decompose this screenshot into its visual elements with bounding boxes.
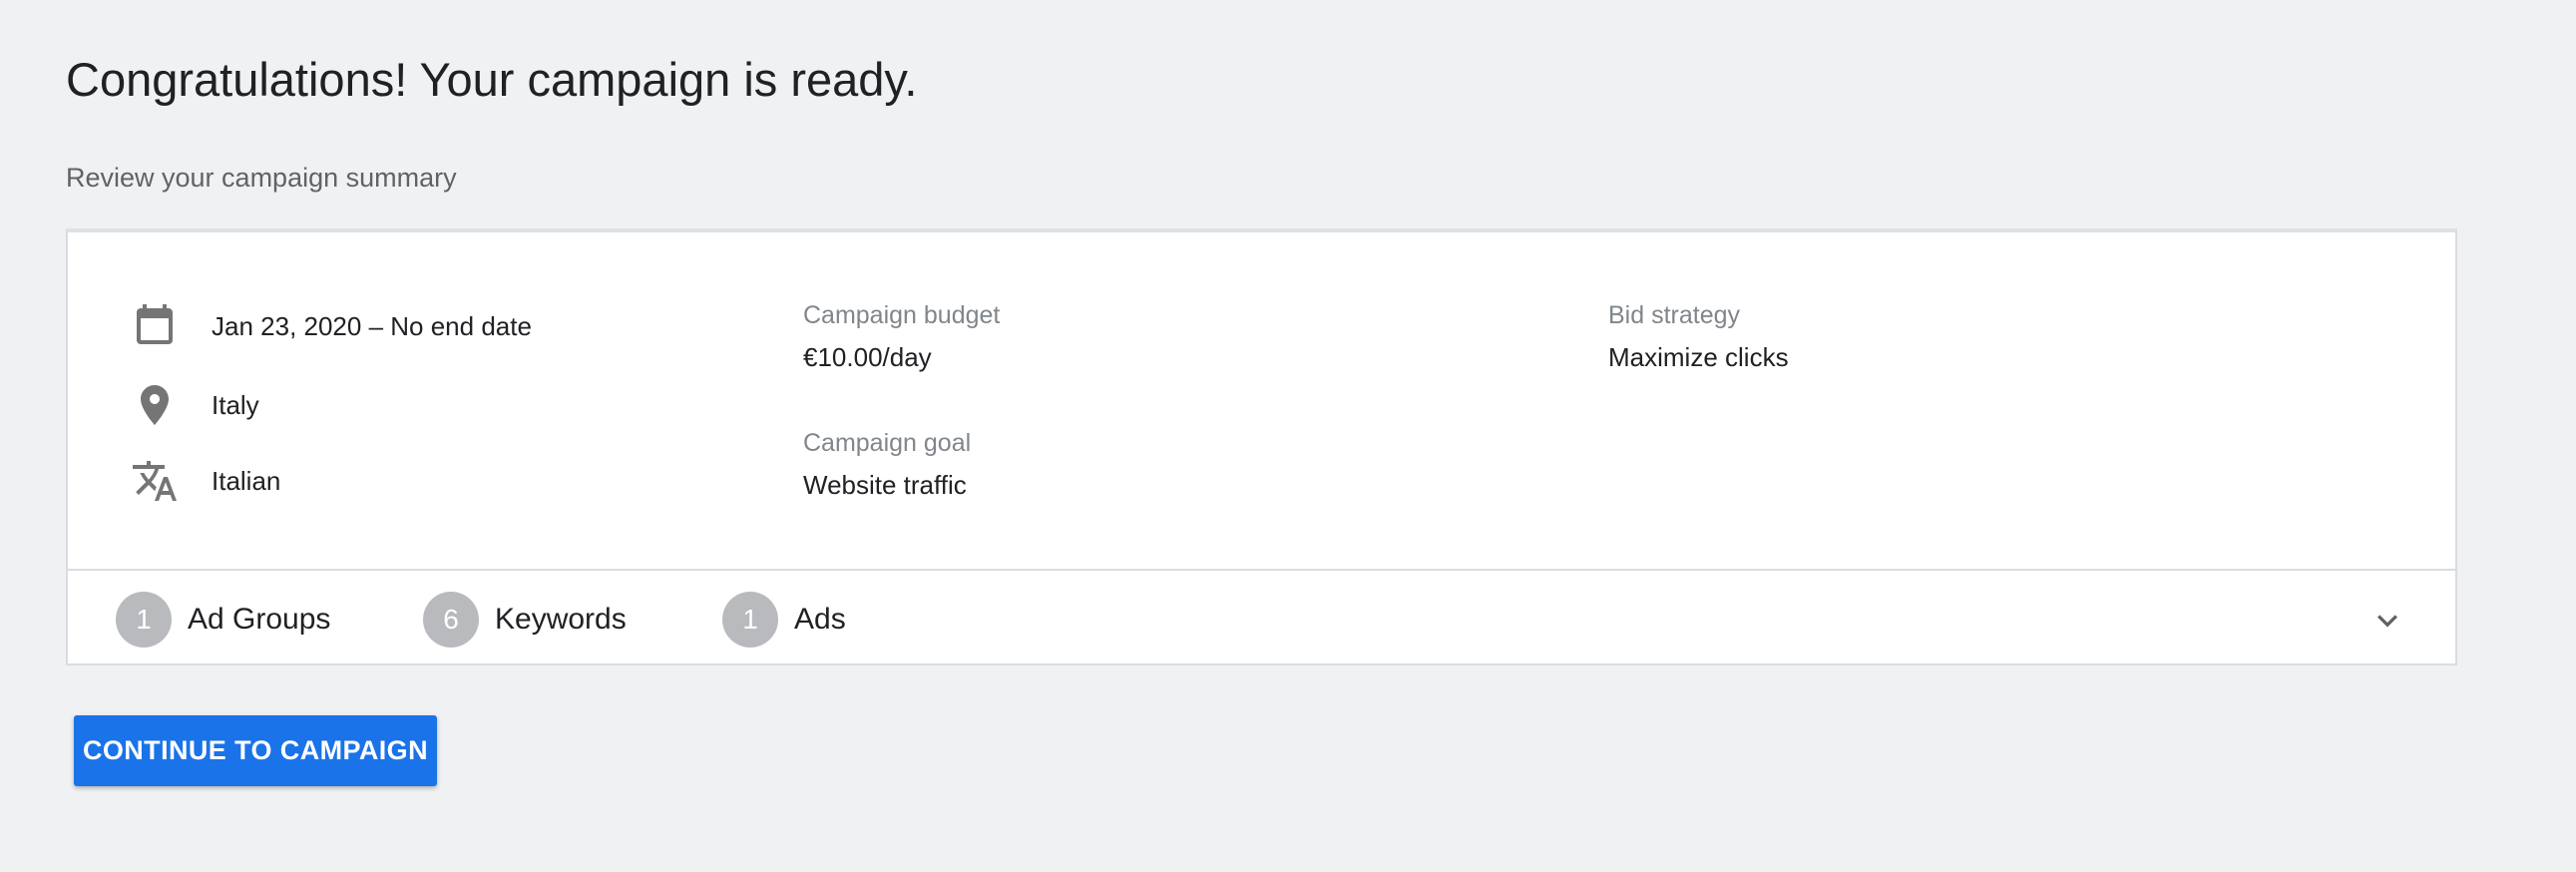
- campaign-budget: Campaign budget €10.00/day: [803, 298, 1000, 374]
- ads-count-badge: 1: [722, 592, 778, 648]
- language-label: Italian: [212, 465, 281, 496]
- bid-strategy: Bid strategy Maximize clicks: [1608, 298, 1789, 374]
- ad-groups-count-badge: 1: [116, 592, 172, 648]
- keywords-count-label: Keywords: [495, 603, 627, 636]
- date-row: Jan 23, 2020 – No end date: [130, 298, 532, 354]
- continue-to-campaign-button[interactable]: CONTINUE TO CAMPAIGN: [74, 715, 437, 786]
- location-pin-icon: [130, 380, 180, 430]
- location-label: Italy: [212, 389, 259, 420]
- campaign-summary-card: Jan 23, 2020 – No end date Italy Italian…: [66, 228, 2457, 665]
- location-row: Italy: [130, 377, 259, 433]
- ad-groups-count: 1 Ad Groups: [116, 592, 330, 648]
- campaign-goal-label: Campaign goal: [803, 429, 972, 457]
- bid-strategy-value: Maximize clicks: [1608, 342, 1789, 372]
- ad-groups-count-label: Ad Groups: [188, 603, 331, 636]
- chevron-down-icon: [2377, 615, 2397, 628]
- campaign-goal-value: Website traffic: [803, 470, 967, 500]
- language-row: Italian: [130, 453, 280, 509]
- calendar-icon: [130, 301, 180, 351]
- ads-count-label: Ads: [794, 603, 846, 636]
- campaign-goal: Campaign goal Website traffic: [803, 426, 971, 502]
- page-subtitle: Review your campaign summary: [66, 163, 457, 193]
- page-title: Congratulations! Your campaign is ready.: [66, 53, 918, 106]
- keywords-count: 6 Keywords: [423, 592, 627, 648]
- expand-summary-button[interactable]: [2365, 599, 2409, 643]
- campaign-details: Jan 23, 2020 – No end date Italy Italian…: [68, 232, 2455, 571]
- campaign-budget-label: Campaign budget: [803, 301, 1001, 329]
- translate-icon: [130, 456, 180, 506]
- ads-count: 1 Ads: [722, 592, 846, 648]
- campaign-budget-value: €10.00/day: [803, 342, 932, 372]
- campaign-counts: 1 Ad Groups 6 Keywords 1 Ads: [68, 569, 2455, 663]
- keywords-count-badge: 6: [423, 592, 479, 648]
- date-range-label: Jan 23, 2020 – No end date: [212, 310, 532, 341]
- bid-strategy-label: Bid strategy: [1608, 301, 1741, 329]
